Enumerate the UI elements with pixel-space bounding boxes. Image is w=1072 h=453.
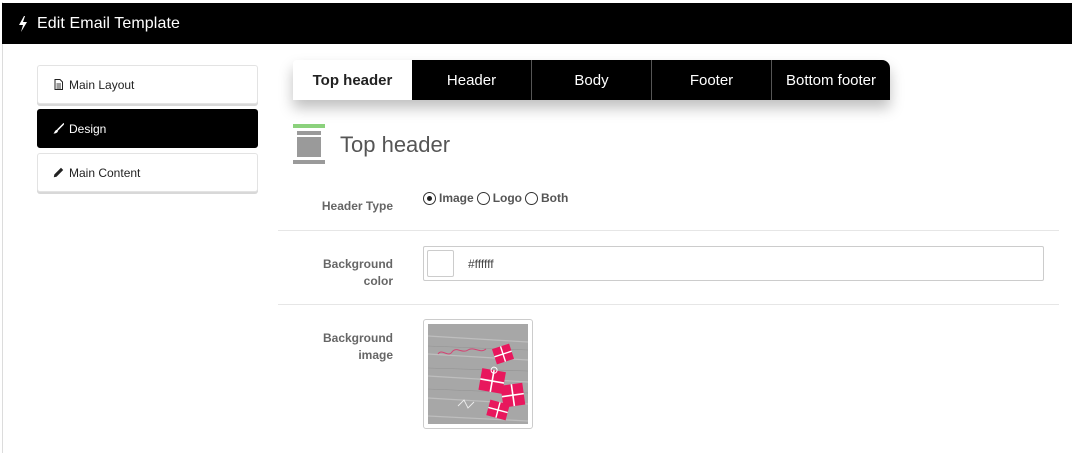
tab-body[interactable]: Body (532, 60, 652, 100)
radio-image[interactable] (423, 191, 436, 205)
header-type-label: Header Type (321, 199, 393, 213)
layout-top-section-icon (293, 124, 325, 164)
background-image-thumbnail[interactable] (423, 319, 533, 429)
sidebar-item-label: Main Content (69, 165, 141, 180)
title-bar: Edit Email Template (2, 3, 1072, 44)
section-heading: Top header (293, 124, 450, 165)
radio-label-image: Image (439, 191, 474, 205)
sidebar-item-main-layout[interactable]: Main Layout (37, 65, 258, 104)
document-icon (54, 79, 63, 90)
divider (278, 230, 1059, 231)
bolt-icon (19, 15, 27, 32)
tab-top-header[interactable]: Top header (293, 60, 412, 100)
sidebar-item-main-content[interactable]: Main Content (37, 153, 258, 192)
radio-both[interactable] (525, 191, 539, 205)
radio-label-both: Both (541, 191, 569, 205)
section-title: Top header (340, 131, 451, 157)
background-image-label: Background image (322, 331, 393, 362)
pencil-icon (53, 167, 64, 178)
header-type-radio-group: Image Logo Both (423, 191, 571, 205)
tab-footer[interactable]: Footer (652, 60, 772, 100)
sidebar-item-design[interactable]: Design (37, 109, 258, 148)
section-tabs: Top header Header Body Footer Bottom foo… (293, 60, 890, 100)
radio-logo[interactable] (476, 191, 490, 205)
paint-brush-icon (53, 123, 64, 134)
background-color-field (423, 246, 1044, 281)
sidebar-nav: Main Layout Design Main Content (37, 65, 258, 197)
tab-bottom-footer[interactable]: Bottom footer (772, 60, 890, 100)
page-title: Edit Email Template (37, 14, 181, 32)
background-color-input[interactable] (468, 256, 1028, 271)
tab-header[interactable]: Header (412, 60, 532, 100)
sidebar-item-label: Design (69, 121, 107, 136)
radio-label-logo: Logo (492, 191, 523, 205)
background-color-label: Background color (322, 257, 393, 288)
color-swatch[interactable] (427, 250, 454, 277)
gift-boxes-image (428, 324, 528, 424)
sidebar-item-label: Main Layout (69, 77, 135, 92)
divider (278, 304, 1059, 305)
